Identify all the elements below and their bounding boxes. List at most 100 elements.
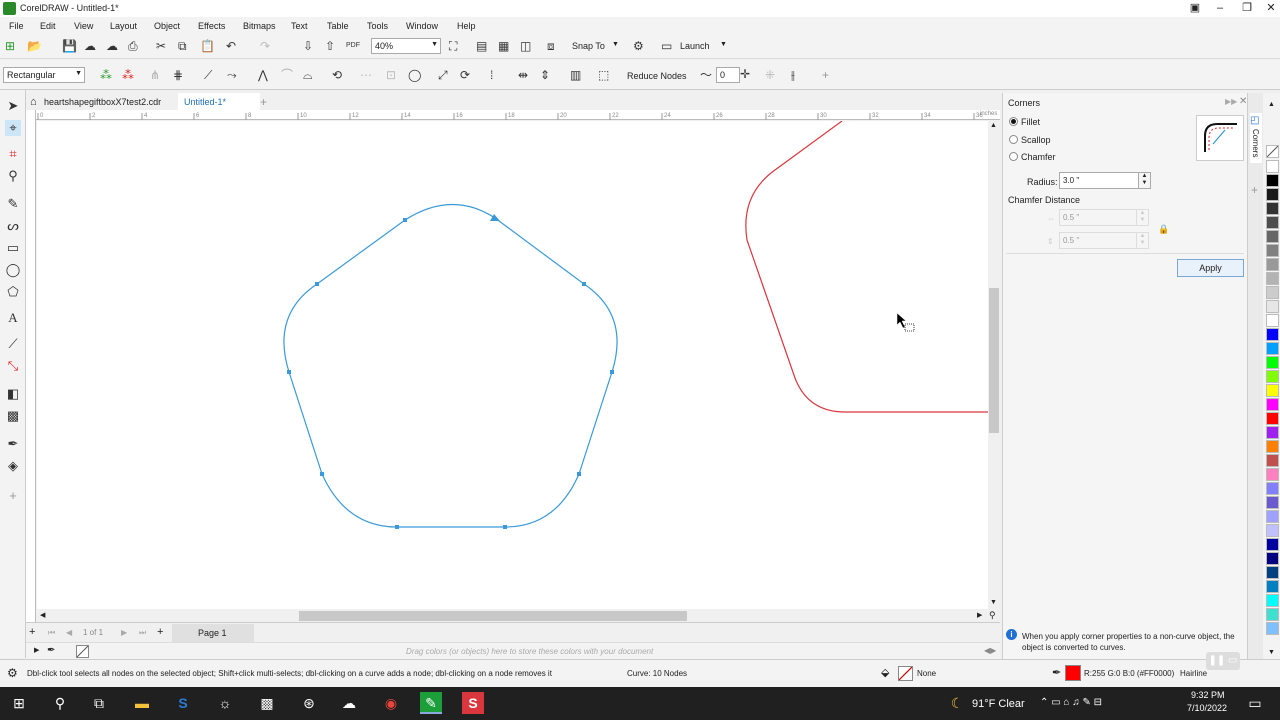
stretch-nodes-icon[interactable]: ⤢ [438, 68, 448, 82]
vertical-scroll-thumb[interactable] [989, 288, 999, 433]
palette-swatch[interactable] [1266, 174, 1279, 187]
page-tab[interactable]: Page 1 [172, 624, 254, 642]
menu-effects[interactable]: Effects [198, 21, 225, 31]
palette-swatch[interactable] [1266, 188, 1279, 201]
scallop-label[interactable]: Scallop [1021, 135, 1051, 145]
palette-swatch[interactable] [1266, 412, 1279, 425]
palette-swatch[interactable] [1266, 286, 1279, 299]
rulers-icon[interactable]: ▤ [476, 39, 487, 53]
smooth-node-icon[interactable]: ⌒ [281, 68, 293, 82]
ellipse-tool-icon[interactable]: ◯ [5, 262, 21, 278]
feedback-icon[interactable]: ▣ [1186, 1, 1204, 15]
import-icon[interactable]: ⇩ [303, 39, 313, 53]
tab-corners[interactable]: ◰ Corners [1250, 113, 1262, 163]
align-nodes-icon[interactable]: ⁞ [490, 68, 493, 82]
symmetrical-node-icon[interactable]: ⌓ [303, 68, 313, 82]
app-icon[interactable]: ☼ [214, 692, 236, 714]
rectangle-tool-icon[interactable]: ▭ [5, 240, 21, 256]
clock-time[interactable]: 9:32 PM [1191, 690, 1225, 700]
chamfer-distance-2-field[interactable]: 0.5 " ▲ ▼ [1059, 232, 1149, 249]
extract-subpath-icon[interactable]: ⊡ [386, 68, 396, 82]
outline-color-swatch[interactable] [1065, 665, 1081, 681]
close-curve-icon[interactable]: ◯ [408, 68, 421, 82]
publish-pdf-icon[interactable]: PDF [346, 39, 360, 53]
palette-swatch[interactable] [1266, 538, 1279, 551]
to-line-icon[interactable]: ⟋ [204, 68, 212, 82]
palette-scroll-icon[interactable]: ◀▶ [984, 646, 996, 655]
restore-button[interactable]: ❐ [1238, 1, 1256, 15]
menu-object[interactable]: Object [154, 21, 180, 31]
horizontal-scrollbar[interactable]: ◀ ▶ [37, 609, 988, 622]
menu-file[interactable]: File [9, 21, 24, 31]
add-page-before-icon[interactable]: + [29, 626, 35, 638]
node-settings-icon[interactable]: ⫲ [791, 68, 795, 82]
pick-tool-icon[interactable]: ➤ [5, 98, 21, 114]
lock-icon[interactable]: 🔒 [1158, 224, 1169, 235]
menu-bitmaps[interactable]: Bitmaps [243, 21, 276, 31]
delete-node-icon[interactable]: ⁂ [122, 68, 134, 82]
palette-swatch[interactable] [1266, 202, 1279, 215]
drawing-canvas[interactable] [37, 121, 988, 609]
undo-icon[interactable]: ↶ [226, 39, 236, 53]
curve-nodes[interactable] [287, 214, 614, 529]
extend-curve-icon[interactable]: ⋯ [360, 68, 372, 82]
fillet-label[interactable]: Fillet [1021, 117, 1040, 127]
palette-swatch[interactable] [1266, 566, 1279, 579]
plus-icon[interactable]: ✛ [740, 67, 750, 81]
palette-swatch[interactable] [1266, 552, 1279, 565]
connector-tool-icon[interactable]: ⟋ [5, 336, 21, 352]
cloud-app-icon[interactable]: ☁ [338, 692, 360, 714]
task-view-icon[interactable]: ⧉ [88, 692, 110, 714]
scroll-left-icon[interactable]: ◀ [40, 611, 45, 619]
coreldraw-taskbar-icon[interactable]: ✎ [420, 692, 442, 714]
selection-mode-combo[interactable]: Rectangular ▼ [3, 67, 85, 83]
search-icon[interactable]: ⚲ [49, 692, 71, 714]
palette-swatch[interactable] [1266, 622, 1279, 635]
transparency-tool-icon[interactable]: ◧ [5, 386, 21, 402]
qr-app-icon[interactable]: ▩ [256, 692, 278, 714]
first-page-icon[interactable]: ⏮ [48, 628, 55, 638]
close-window-button[interactable]: ✕ [1262, 1, 1280, 15]
tab-untitled-1[interactable]: Untitled-1* [178, 93, 260, 110]
apply-button[interactable]: Apply [1177, 259, 1244, 277]
eyedropper-icon[interactable]: ✒ [47, 645, 55, 656]
freehand-tool-icon[interactable]: ✎ [5, 196, 21, 212]
palette-swatch[interactable] [1266, 272, 1279, 285]
no-fill-swatch[interactable] [1266, 145, 1279, 158]
add-docker-plus-icon[interactable]: + [1251, 183, 1258, 197]
status-settings-icon[interactable]: ⚙ [7, 666, 18, 680]
launch-icon[interactable]: ▭ [661, 39, 672, 53]
palette-swatch[interactable] [1266, 384, 1279, 397]
vertical-ruler[interactable] [26, 110, 36, 622]
smoothness-field[interactable]: 0 [716, 67, 740, 83]
interactive-fill-icon[interactable]: ◈ [5, 458, 21, 474]
palette-swatch[interactable] [1266, 216, 1279, 229]
chamfer-spinner-2[interactable]: ▲ ▼ [1136, 232, 1149, 249]
windows-start-icon[interactable]: ⊞ [8, 692, 30, 714]
copy-icon[interactable]: ⧉ [178, 39, 187, 53]
add-tool-plus-icon[interactable]: + [5, 488, 21, 504]
grid-icon[interactable]: ▦ [498, 39, 509, 53]
chamfer-spinner-1[interactable]: ▲ ▼ [1136, 209, 1149, 226]
video-pause-overlay-icon[interactable]: ❚❚ ▭ [1206, 652, 1240, 670]
previous-page-icon[interactable]: ◀ [66, 628, 72, 637]
collapse-docker-icon[interactable]: ▶▶ [1225, 97, 1237, 106]
cut-icon[interactable]: ✂ [156, 39, 166, 53]
palette-swatch[interactable] [1266, 454, 1279, 467]
palette-swatch[interactable] [1266, 160, 1279, 173]
palette-swatch[interactable] [1266, 496, 1279, 509]
rotate-nodes-icon[interactable]: ⟳ [460, 68, 470, 82]
menu-text[interactable]: Text [291, 21, 308, 31]
tray-icons[interactable]: ⌃ ▭ ⌂ ♫ ✎ ⊟ [1040, 697, 1102, 708]
snagit-icon[interactable]: S [172, 692, 194, 714]
export-icon[interactable]: ⇧ [325, 39, 335, 53]
artistic-media-icon[interactable]: ᔕ [5, 218, 21, 234]
add-page-after-icon[interactable]: + [157, 626, 163, 638]
notifications-icon[interactable]: ▭ [1244, 692, 1266, 714]
chevron-down-icon[interactable]: ▼ [612, 41, 619, 48]
cloud-upload-icon[interactable]: ☁ [84, 39, 96, 53]
zoom-tool-icon[interactable]: ⚲ [5, 168, 21, 184]
fillet-radio[interactable] [1009, 117, 1018, 126]
menu-help[interactable]: Help [457, 21, 476, 31]
print-icon[interactable]: ⎙ [128, 39, 138, 53]
